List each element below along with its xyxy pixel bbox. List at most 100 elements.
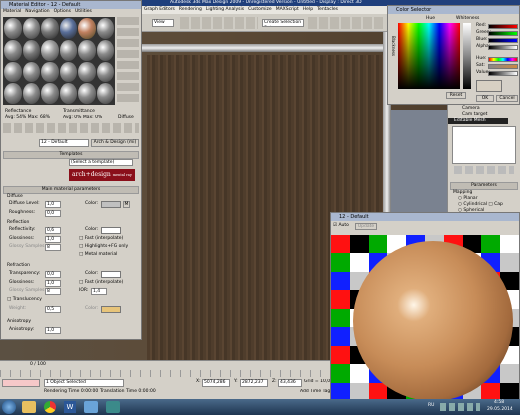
y-coord[interactable]: 2872,237 bbox=[240, 379, 268, 387]
menu-tentacles[interactable]: Tentacles bbox=[317, 6, 338, 14]
me-menu-options[interactable]: Options bbox=[54, 9, 71, 16]
diffuse-map-button[interactable]: M bbox=[123, 201, 130, 208]
template-dropdown[interactable]: (Select a template) bbox=[69, 159, 133, 166]
material-editor-titlebar[interactable]: Material Editor - 12 - Default bbox=[1, 1, 141, 9]
hue-bar[interactable] bbox=[488, 57, 518, 62]
refr-glossiness-field[interactable]: 1,0 bbox=[45, 280, 61, 287]
refr-color-swatch[interactable] bbox=[101, 271, 121, 278]
taskbar-app-3dsmax[interactable] bbox=[106, 401, 120, 413]
refl-fast-checkbox[interactable]: □ Fast (interpolate) bbox=[79, 236, 123, 242]
ior-field[interactable]: 1,4 bbox=[91, 288, 107, 295]
sat-bar[interactable] bbox=[488, 64, 518, 69]
transparency-field[interactable]: 0,0 bbox=[45, 271, 61, 278]
color-selector-titlebar[interactable]: Color Selector bbox=[388, 6, 519, 14]
main-params-header[interactable]: Main material parameters bbox=[3, 186, 139, 194]
sample-slot[interactable] bbox=[22, 61, 40, 83]
checker-cell bbox=[331, 253, 350, 272]
preview-titlebar[interactable]: 12 - Default bbox=[331, 213, 519, 221]
sample-slot[interactable] bbox=[59, 39, 77, 61]
sample-slot[interactable] bbox=[41, 83, 59, 104]
preview-title: 12 - Default bbox=[339, 214, 369, 220]
sample-slot[interactable] bbox=[96, 39, 114, 61]
material-name-field[interactable]: 12 - Default bbox=[39, 139, 89, 147]
hue-spectrum[interactable] bbox=[398, 23, 460, 89]
sample-slot[interactable] bbox=[59, 18, 77, 39]
whiteness-bar[interactable] bbox=[463, 23, 471, 89]
alpha-bar[interactable] bbox=[488, 45, 518, 50]
menu-lighting[interactable]: Lighting Analysis bbox=[206, 6, 244, 14]
cancel-button[interactable]: Cancel bbox=[496, 95, 518, 102]
translucency-checkbox[interactable]: □ Translucency bbox=[7, 297, 42, 303]
maxscript-listener[interactable] bbox=[2, 379, 40, 387]
add-time-tag[interactable]: Add Time Tag bbox=[300, 389, 330, 395]
taskbar-app-explorer[interactable] bbox=[22, 401, 36, 413]
sample-slot[interactable] bbox=[41, 61, 59, 83]
sample-slot[interactable] bbox=[59, 83, 77, 104]
sample-slot[interactable] bbox=[4, 18, 22, 39]
sample-slot[interactable] bbox=[22, 39, 40, 61]
refr-samples-field[interactable]: 8 bbox=[45, 288, 61, 295]
refl-color-swatch[interactable] bbox=[101, 227, 121, 234]
ok-button[interactable]: OK bbox=[476, 95, 494, 102]
taskbar-app-paint[interactable] bbox=[84, 401, 98, 413]
sample-slot[interactable] bbox=[96, 18, 114, 39]
z-coord[interactable]: 43,436 bbox=[278, 379, 302, 387]
refr-fast-checkbox[interactable]: □ Fast (interpolate) bbox=[79, 280, 123, 286]
sample-slot[interactable] bbox=[59, 61, 77, 83]
me-menu-navigation[interactable]: Navigation bbox=[25, 9, 49, 16]
stack-item-editable-mesh[interactable]: Editable Mesh bbox=[448, 118, 508, 124]
taskbar-app-chrome[interactable] bbox=[44, 401, 56, 413]
diffuse-color-swatch[interactable] bbox=[101, 201, 121, 208]
refl-glossiness-label: Glossiness: bbox=[9, 236, 35, 241]
menu-help[interactable]: Help bbox=[303, 6, 313, 14]
tray-lang[interactable]: RU bbox=[428, 403, 434, 409]
sample-slot[interactable] bbox=[41, 18, 59, 39]
update-button[interactable]: Update bbox=[355, 223, 377, 230]
auto-checkbox[interactable]: ☑ Auto bbox=[333, 223, 349, 229]
taskbar-app-word[interactable]: W bbox=[64, 401, 76, 413]
reset-button[interactable]: Reset bbox=[446, 92, 466, 99]
weight-field[interactable]: 0,5 bbox=[45, 306, 61, 313]
menu-customize[interactable]: Customize bbox=[248, 6, 272, 14]
parameters-header[interactable]: Parameters bbox=[450, 182, 518, 190]
sample-slot[interactable] bbox=[78, 61, 96, 83]
anisotropy-field[interactable]: 1,0 bbox=[45, 327, 61, 334]
x-coord[interactable]: 5074,286 bbox=[202, 379, 230, 387]
refl-glossiness-field[interactable]: 1,0 bbox=[45, 236, 61, 243]
menu-graph-editors[interactable]: Graph Editors bbox=[144, 6, 175, 14]
timeline[interactable]: 0 / 100 bbox=[0, 360, 330, 370]
me-menu-material[interactable]: Material bbox=[3, 9, 21, 16]
red-bar[interactable] bbox=[488, 24, 518, 29]
menu-rendering[interactable]: Rendering bbox=[179, 6, 202, 14]
material-type-button[interactable]: Arch & Design (mi) bbox=[91, 139, 139, 147]
sample-slot[interactable] bbox=[22, 83, 40, 104]
value-bar[interactable] bbox=[488, 71, 518, 76]
mapping-cap-label: Cap bbox=[494, 202, 503, 207]
view-dropdown[interactable]: View bbox=[152, 19, 174, 27]
selection-set-dropdown[interactable]: Create Selection Set bbox=[262, 19, 304, 27]
sample-slot[interactable] bbox=[4, 61, 22, 83]
menu-maxscript[interactable]: MAXScript bbox=[276, 6, 299, 14]
metal-checkbox[interactable]: □ Metal material bbox=[79, 252, 117, 258]
highlights-checkbox[interactable]: □ Highlights+FG only bbox=[79, 244, 128, 250]
green-bar[interactable] bbox=[488, 31, 518, 36]
start-button[interactable] bbox=[2, 400, 16, 414]
blue-bar[interactable] bbox=[488, 38, 518, 43]
sample-slot[interactable] bbox=[78, 39, 96, 61]
roughness-field[interactable]: 0,0 bbox=[45, 210, 61, 217]
me-menu-utilities[interactable]: Utilities bbox=[75, 9, 92, 16]
sample-slot[interactable] bbox=[4, 83, 22, 104]
sample-slot[interactable] bbox=[78, 83, 96, 104]
sample-slot[interactable] bbox=[4, 39, 22, 61]
host-menubar: Graph Editors Rendering Lighting Analysi… bbox=[140, 6, 388, 14]
templates-header[interactable]: Templates bbox=[3, 151, 139, 159]
sample-slot[interactable] bbox=[96, 83, 114, 104]
sample-slot[interactable] bbox=[22, 18, 40, 39]
reflectivity-field[interactable]: 0,6 bbox=[45, 227, 61, 234]
diffuse-level-field[interactable]: 1,0 bbox=[45, 201, 61, 208]
refl-samples-field[interactable]: 8 bbox=[45, 244, 61, 251]
sample-slot[interactable] bbox=[78, 18, 96, 39]
transl-color-swatch[interactable] bbox=[101, 306, 121, 313]
sample-slot[interactable] bbox=[96, 61, 114, 83]
sample-slot[interactable] bbox=[41, 39, 59, 61]
